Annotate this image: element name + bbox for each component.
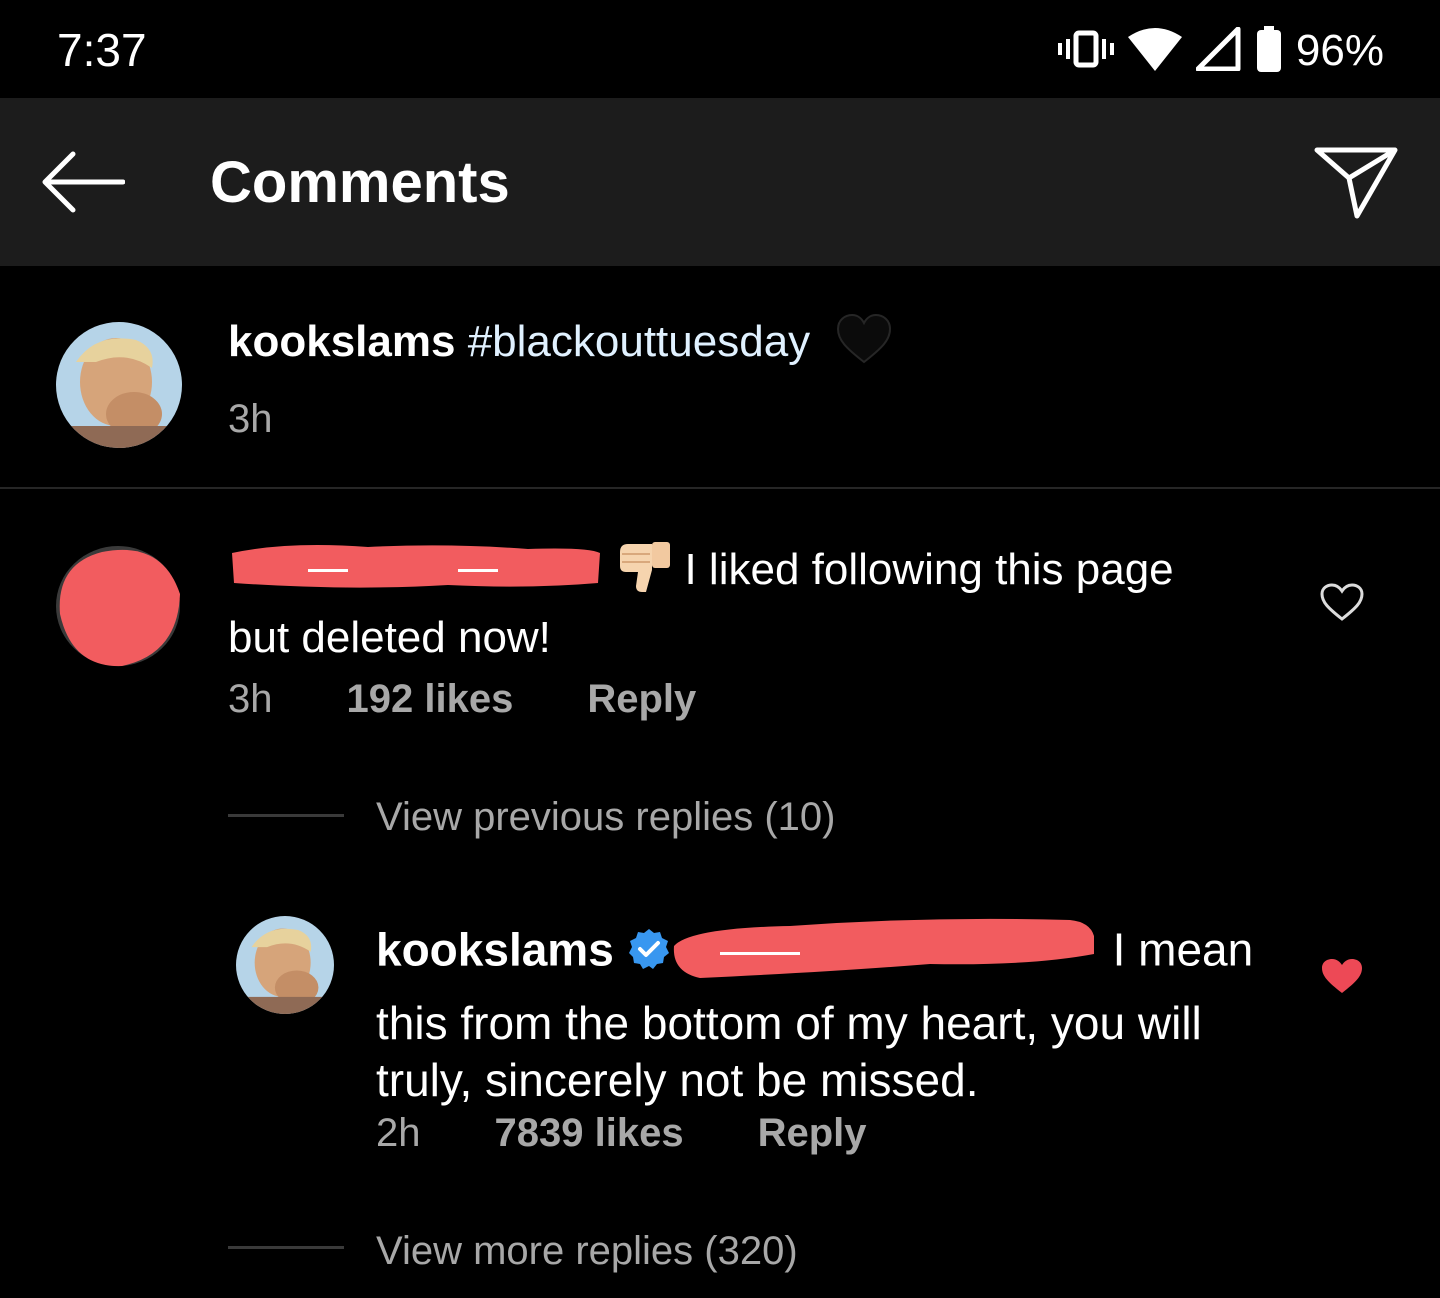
replies-line [228,814,344,817]
comment-text: I liked following this page but deleted … [228,536,1278,667]
comment-body-cont: but deleted now! [228,613,551,662]
paper-plane-icon [1314,147,1398,219]
arrow-left-icon [42,151,125,213]
like-button[interactable] [1312,948,1372,1004]
status-time: 7:37 [57,24,147,76]
caption-hashtag[interactable]: #blackouttuesday [468,317,810,366]
share-button[interactable] [1306,138,1406,226]
redacted-avatar [52,544,182,670]
redacted-mention[interactable] [670,912,1100,995]
heart-filled-icon [1322,959,1362,993]
view-more-replies[interactable]: View more replies (320) [376,1226,798,1276]
battery-icon [1256,25,1282,77]
reply-button[interactable]: Reply [587,677,696,722]
battery-percent: 96% [1295,26,1384,75]
view-previous-replies[interactable]: View previous replies (10) [376,792,835,842]
cell-signal-icon [1195,26,1242,76]
reply-username[interactable]: kookslams [376,924,614,976]
reply-likes[interactable]: 7839 likes [495,1111,684,1156]
reply-body-start: I mean [1112,923,1254,976]
back-button[interactable] [34,140,130,224]
status-icons: 96% [1057,25,1384,77]
page-title: Comments [210,150,510,215]
redacted-username[interactable] [228,539,604,606]
comment-body: I liked following this page [684,545,1174,595]
verified-badge-icon [628,926,670,983]
wifi-icon [1127,27,1182,76]
comment-meta: 3h 192 likes Reply [228,672,696,726]
comment-likes[interactable]: 192 likes [347,677,514,722]
reply-avatar[interactable] [236,916,334,1014]
avatar-image [236,916,334,1014]
reply-button[interactable]: Reply [758,1111,867,1156]
vibrate-icon [1057,29,1114,74]
caption-username[interactable]: kookslams [228,317,455,366]
comment-avatar[interactable] [52,544,182,670]
divider [0,487,1440,489]
reply-meta: 2h 7839 likes Reply [376,1106,867,1160]
black-heart-emoji [836,313,892,380]
caption-text: kookslams #blackouttuesday [228,312,892,380]
heart-outline-icon [1320,583,1364,621]
thumbs-down-emoji [616,536,672,609]
like-button[interactable] [1312,574,1372,630]
reply-time: 2h [376,1110,421,1155]
caption-avatar[interactable] [56,322,182,448]
caption-time: 3h [228,397,273,441]
reply-text: kookslams I mean this from the bottom of… [376,912,1276,1109]
comment-time: 3h [228,676,273,721]
avatar-image [56,322,182,448]
reply-body: this from the bottom of my heart, you wi… [376,997,1202,1106]
replies-line [228,1246,344,1249]
